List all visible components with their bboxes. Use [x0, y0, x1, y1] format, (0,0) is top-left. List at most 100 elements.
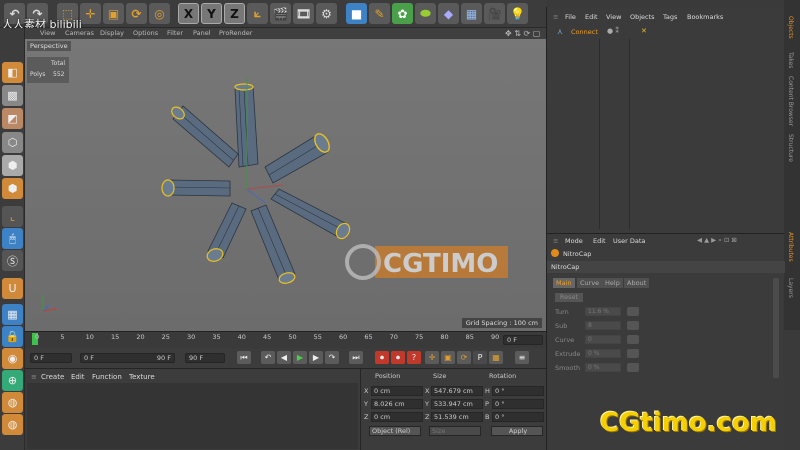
objects-menu-tags[interactable]: Tags [663, 13, 677, 21]
x-axis-lock[interactable]: X [178, 3, 199, 24]
nitro-icon[interactable]: ◍ [2, 414, 23, 435]
next-frame-icon[interactable]: ▶ [309, 351, 323, 364]
grid-icon[interactable]: ▦ [2, 304, 23, 325]
modeling-icon[interactable]: ⬬ [415, 3, 436, 24]
tab-help[interactable]: Help [602, 278, 623, 288]
param-curve-field[interactable]: 0 [585, 335, 621, 344]
edges-mode-icon[interactable]: ⬢ [2, 155, 23, 176]
objects-menu-objects[interactable]: Objects [630, 13, 655, 21]
coordinate-mode-select[interactable]: Object (Rel) [369, 426, 421, 436]
move-tool-icon[interactable]: ✛ [80, 3, 101, 24]
attributes-nav-icons[interactable]: ◀ ▲ ▶ ⌕ ⊡ ⊠ [697, 236, 737, 245]
render-picture-viewer-icon[interactable]: 🎞 [293, 3, 314, 24]
param-sub-slider[interactable] [627, 321, 639, 330]
go-to-end-icon[interactable]: ⏭ [349, 351, 363, 364]
magnet-icon[interactable]: U [2, 278, 23, 299]
param-turn-field[interactable]: 11.6 % [585, 307, 621, 316]
rot-h-field[interactable]: 0 ° [492, 386, 544, 396]
lock-icon[interactable]: 🔒 [2, 326, 23, 347]
objects-menu-view[interactable]: View [606, 13, 621, 21]
attributes-menu-mode[interactable]: Mode [565, 237, 583, 245]
objects-menu-file[interactable]: File [565, 13, 576, 21]
viewport-menu-filter[interactable]: Filter [167, 29, 183, 37]
generator-icon[interactable]: ✿ [392, 3, 413, 24]
start-frame-field[interactable]: 0 F [30, 353, 72, 363]
param-extrude-field[interactable]: 0 % [585, 349, 621, 358]
sphere-icon[interactable]: ◉ [2, 348, 23, 369]
key-scale-icon[interactable]: ▣ [441, 351, 455, 364]
tab-structure[interactable]: Structure [787, 134, 794, 162]
previous-frame-icon[interactable]: ◀ [277, 351, 291, 364]
deformer-icon[interactable]: ◆ [438, 3, 459, 24]
tab-attributes[interactable]: Attributes [787, 232, 794, 262]
axis-mode-icon[interactable]: ⌞ [2, 206, 23, 227]
tab-about[interactable]: About [624, 278, 650, 288]
next-key-icon[interactable]: ↷ [325, 351, 339, 364]
key-parameter-icon[interactable]: P [473, 351, 487, 364]
material-menu-edit[interactable]: Edit [71, 373, 85, 381]
param-sub-field[interactable]: 8 [585, 321, 621, 330]
size-x-field[interactable]: 547.679 cm [431, 386, 483, 396]
go-to-start-icon[interactable]: ⏮ [237, 351, 251, 364]
reset-button[interactable]: Reset [555, 293, 583, 302]
keyframe-selection-icon[interactable]: ? [407, 351, 421, 364]
tab-objects[interactable]: Objects [787, 16, 794, 39]
play-icon[interactable]: ▶ [293, 351, 307, 364]
param-smooth-slider[interactable] [627, 363, 639, 372]
param-curve-slider[interactable] [627, 335, 639, 344]
cube-primitive-icon[interactable]: ■ [346, 3, 367, 24]
make-editable-icon[interactable]: ◧ [2, 62, 23, 83]
viewport-menu-panel[interactable]: Panel [193, 29, 211, 37]
light-icon[interactable]: 💡 [507, 3, 528, 24]
key-pla-icon[interactable]: ▦ [489, 351, 503, 364]
render-settings-icon[interactable]: ⚙ [316, 3, 337, 24]
attributes-menu-icon[interactable]: ≡ [553, 237, 558, 245]
attributes-menu-user-data[interactable]: User Data [613, 237, 645, 245]
coordinate-system-icon[interactable]: ⟀ [247, 3, 268, 24]
rot-p-field[interactable]: 0 ° [492, 399, 544, 409]
previous-key-icon[interactable]: ↶ [261, 351, 275, 364]
key-position-icon[interactable]: ✛ [425, 351, 439, 364]
workplane-icon[interactable]: ◩ [2, 108, 23, 129]
size-y-field[interactable]: 533.947 cm [431, 399, 483, 409]
attributes-scrollbar[interactable] [773, 278, 779, 378]
viewport-menu-cameras[interactable]: Cameras [65, 29, 94, 37]
material-area[interactable] [27, 383, 358, 449]
end-frame-field[interactable]: 90 F [185, 353, 225, 363]
tube-object[interactable] [161, 179, 231, 197]
tab-content-browser[interactable]: Content Browser [787, 76, 794, 126]
pos-y-field[interactable]: 8.026 cm [371, 399, 423, 409]
recent-tools-icon[interactable]: ◎ [149, 3, 170, 24]
environment-icon[interactable]: ▦ [461, 3, 482, 24]
object-tag-icon[interactable]: ✕ [641, 27, 647, 35]
param-smooth-field[interactable]: 0 % [585, 363, 621, 372]
current-frame-field[interactable]: 0 F [503, 335, 543, 345]
pos-z-field[interactable]: 0 cm [371, 412, 423, 422]
viewport-menu-view[interactable]: View [40, 29, 55, 37]
tube-object[interactable] [169, 105, 239, 168]
cap-tool-icon[interactable]: ◍ [2, 392, 23, 413]
autokey-icon[interactable]: ⏺ [391, 351, 405, 364]
polygons-mode-icon[interactable]: ⬢ [2, 178, 23, 199]
tab-takes[interactable]: Takes [787, 52, 794, 68]
material-menu-function[interactable]: Function [92, 373, 122, 381]
objects-menu-bookmarks[interactable]: Bookmarks [687, 13, 723, 21]
tube-object[interactable] [234, 83, 259, 168]
perspective-viewport[interactable]: Perspective Total Polys 552 CGTIMO Grid … [25, 39, 546, 331]
z-axis-lock[interactable]: Z [224, 3, 245, 24]
tab-layers[interactable]: Layers [787, 278, 794, 298]
objects-menu-icon[interactable]: ≡ [553, 13, 558, 21]
material-menu-texture[interactable]: Texture [129, 373, 155, 381]
viewport-menu-display[interactable]: Display [100, 29, 124, 37]
render-view-icon[interactable]: 🎬 [270, 3, 291, 24]
y-axis-lock[interactable]: Y [201, 3, 222, 24]
pen-spline-icon[interactable]: ✎ [369, 3, 390, 24]
tab-curve[interactable]: Curve [577, 278, 603, 288]
object-visibility-icon[interactable]: ● ⁑ [607, 27, 619, 35]
rot-b-field[interactable]: 0 ° [492, 412, 544, 422]
camera-icon[interactable]: 🎥 [484, 3, 505, 24]
scene-icon[interactable]: ⊕ [2, 370, 23, 391]
tube-object[interactable] [250, 204, 296, 285]
objects-menu-edit[interactable]: Edit [585, 13, 598, 21]
key-rotation-icon[interactable]: ⟳ [457, 351, 471, 364]
